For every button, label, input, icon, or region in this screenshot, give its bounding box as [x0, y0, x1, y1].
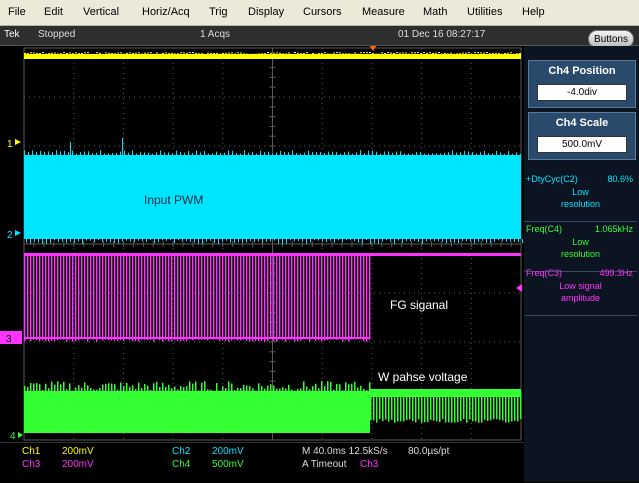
channel-marker-label: 3 — [6, 334, 12, 345]
bottom-info-bar: Ch1 200mV Ch3 200mV Ch2 200mV Ch4 500mV … — [0, 442, 524, 483]
channel-marker-label: 1 — [7, 139, 13, 150]
menu-vertical[interactable]: Vertical — [83, 6, 119, 18]
trigger-mode[interactable]: A Timeout — [302, 459, 346, 470]
ch4-position-title: Ch4 Position — [529, 65, 635, 77]
menu-file[interactable]: File — [8, 6, 26, 18]
timebase-readout[interactable]: M 40.0ms 12.5kS/s — [302, 446, 388, 457]
measurement-label: Freq(C4) — [526, 224, 562, 234]
acquisition-state: Stopped — [38, 29, 75, 40]
ch3-label[interactable]: Ch3 — [22, 459, 40, 470]
annotation-input-pwm: Input PWM — [144, 193, 203, 207]
ch1-label[interactable]: Ch1 — [22, 446, 40, 457]
annotation-fg-signal: FG siganal — [390, 298, 448, 312]
channel-marker-label: 4 — [10, 431, 16, 442]
measurement-value: 80.6% — [607, 174, 633, 184]
measurement-freq-c4[interactable]: Freq(C4) 1.065kHz Low resolution — [524, 222, 637, 272]
menu-measure[interactable]: Measure — [362, 6, 405, 18]
ch2-scale[interactable]: 200mV — [212, 446, 244, 457]
channel-marker-label: 2 — [7, 230, 13, 241]
ch4-scale-value[interactable]: 500.0mV — [537, 136, 627, 153]
measurement-value: 1.065kHz — [595, 224, 633, 234]
brand-label: Tek — [4, 29, 20, 40]
datetime: 01 Dec 16 08:27:17 — [398, 29, 485, 40]
measurement-dutycycle[interactable]: +DtyCyc(C2) 80.6% Low resolution — [524, 172, 637, 222]
menu-math[interactable]: Math — [423, 6, 447, 18]
measurement-note: Low signal amplitude — [524, 280, 637, 304]
measurement-value: 499.3Hz — [599, 268, 633, 278]
measurement-note: Low resolution — [524, 236, 637, 260]
ch3-scale[interactable]: 200mV — [62, 459, 94, 470]
menu-display[interactable]: Display — [248, 6, 284, 18]
menu-edit[interactable]: Edit — [44, 6, 63, 18]
ch4-scale[interactable]: 500mV — [212, 459, 244, 470]
waveform-display[interactable]: 1 2 3 4 Input PWM FG siganal W pahse vol… — [0, 46, 524, 442]
measurement-label: +DtyCyc(C2) — [526, 174, 578, 184]
ch4-label[interactable]: Ch4 — [172, 459, 190, 470]
menu-cursors[interactable]: Cursors — [303, 6, 342, 18]
ch2-label[interactable]: Ch2 — [172, 446, 190, 457]
ch4-position-control[interactable]: Ch4 Position -4.0div — [528, 60, 636, 108]
menu-utilities[interactable]: Utilities — [467, 6, 502, 18]
channel-marker-3[interactable]: 3 — [0, 331, 22, 345]
status-bar: Tek Stopped 1 Acqs 01 Dec 16 08:27:17 — [0, 26, 639, 46]
menu-help[interactable]: Help — [522, 6, 545, 18]
menu-bar: File Edit Vertical Horiz/Acq Trig Displa… — [0, 0, 639, 26]
acquisition-count: 1 Acqs — [200, 29, 230, 40]
menu-trig[interactable]: Trig — [209, 6, 228, 18]
ch4-position-value[interactable]: -4.0div — [537, 84, 627, 101]
annotation-w-phase: W pahse voltage — [378, 370, 468, 384]
sample-interval: 80.0µs/pt — [408, 446, 449, 457]
measurement-note: Low resolution — [524, 186, 637, 210]
measurement-label: Freq(C3) — [526, 268, 562, 278]
trigger-source[interactable]: Ch3 — [360, 459, 378, 470]
menu-horiz-acq[interactable]: Horiz/Acq — [142, 6, 190, 18]
measurement-freq-c3[interactable]: Freq(C3) 499.3Hz Low signal amplitude — [524, 266, 637, 316]
ch1-scale[interactable]: 200mV — [62, 446, 94, 457]
ch4-scale-title: Ch4 Scale — [529, 117, 635, 129]
ch4-scale-control[interactable]: Ch4 Scale 500.0mV — [528, 112, 636, 160]
